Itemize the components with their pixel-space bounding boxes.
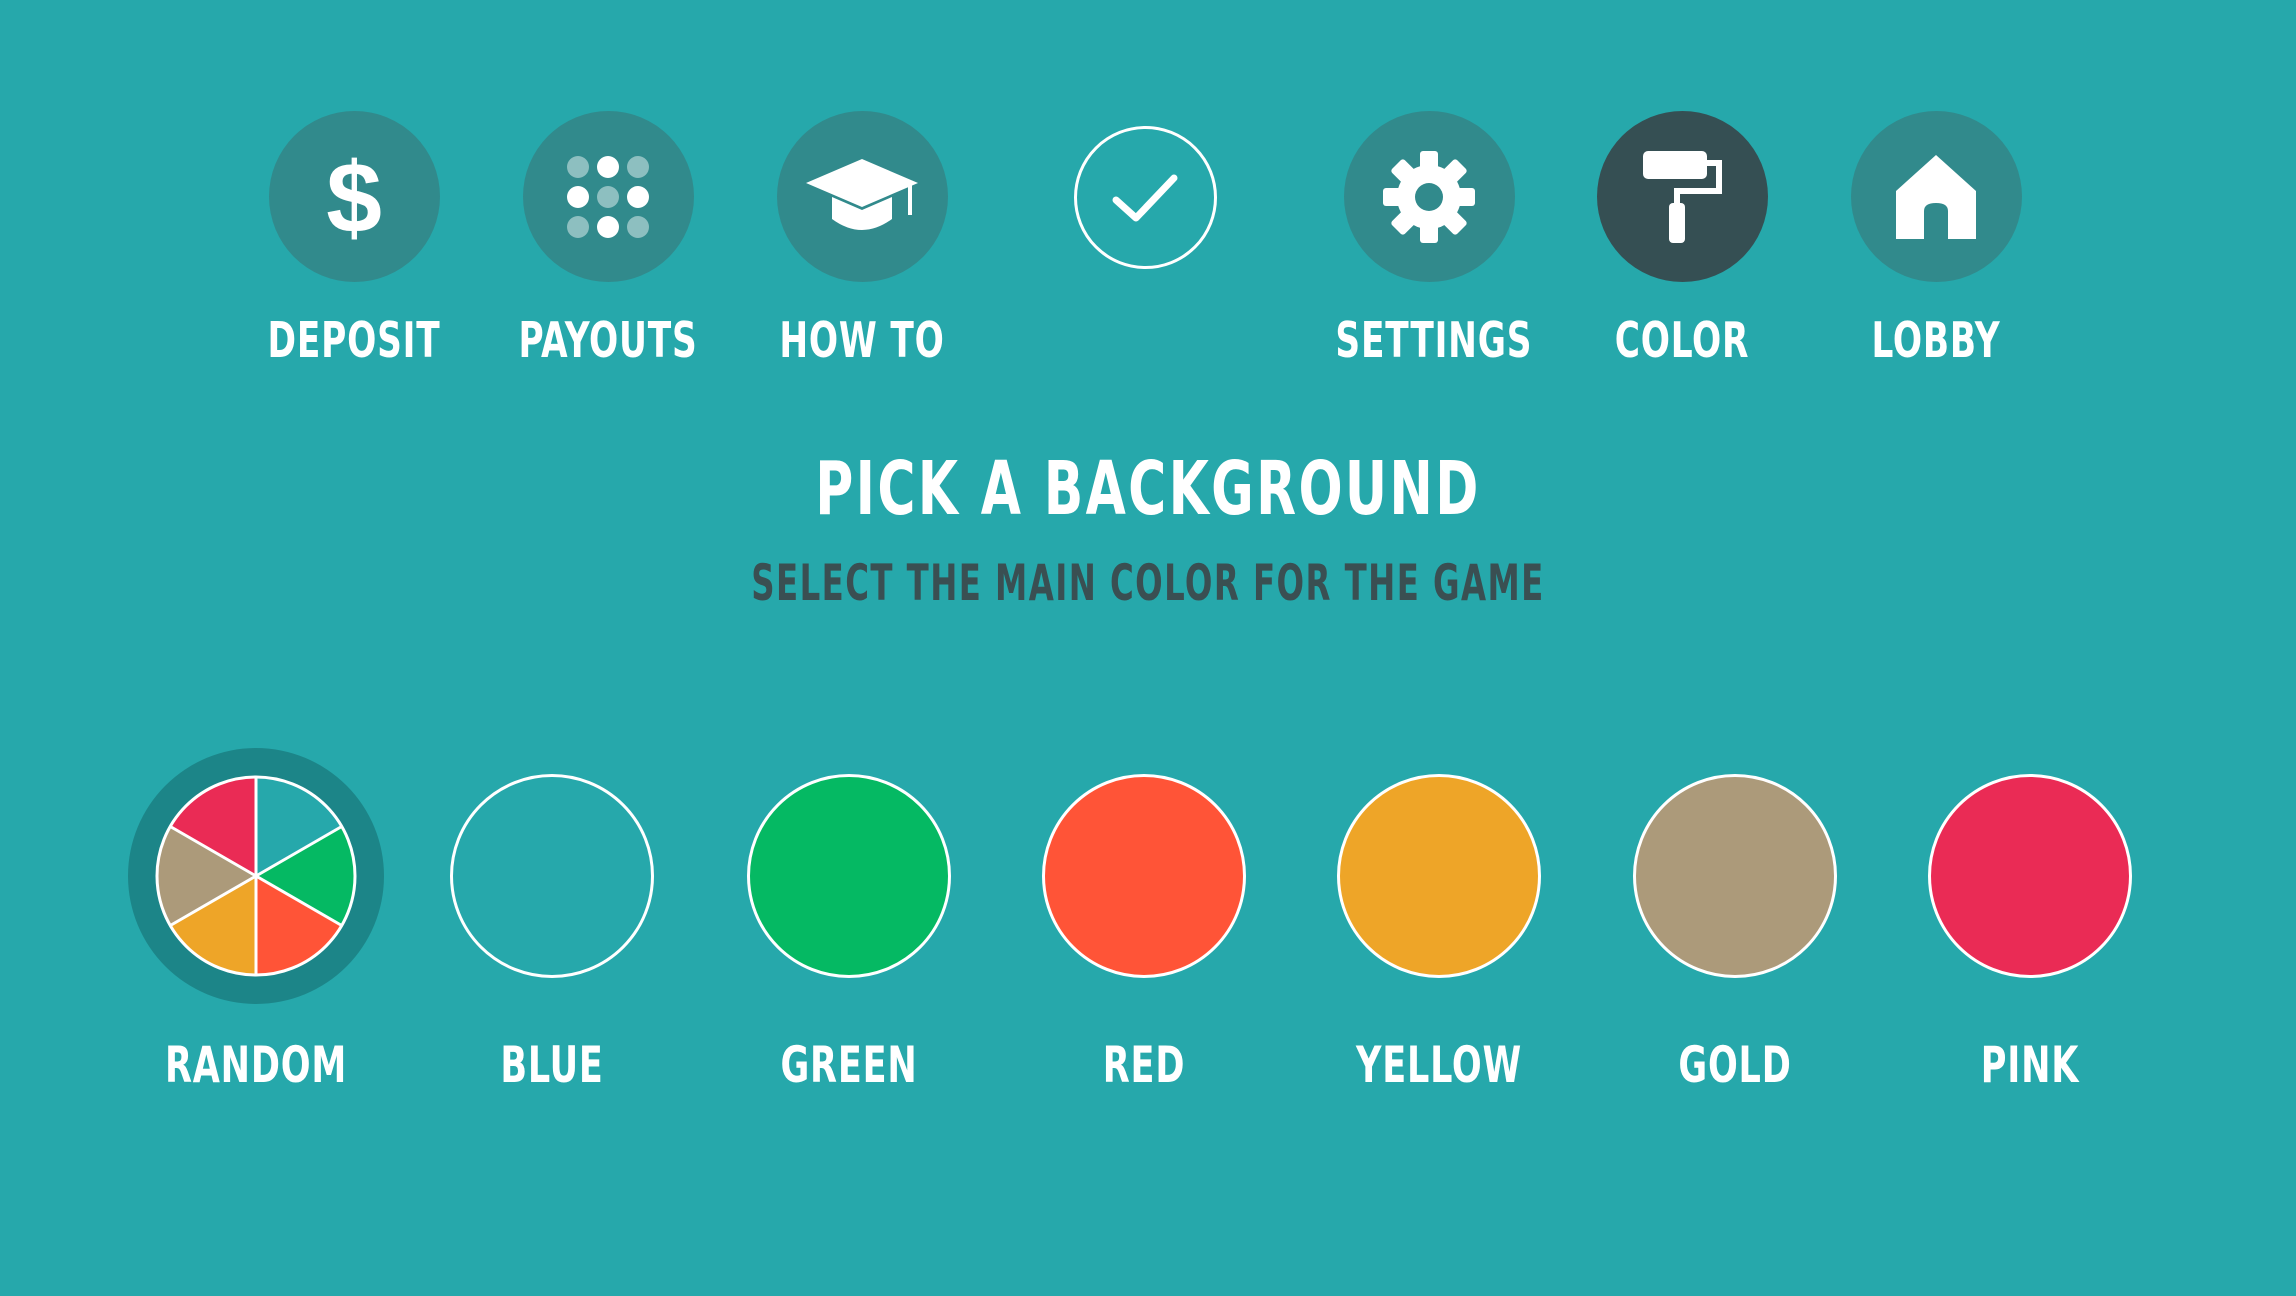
dots-grid-icon: [567, 155, 649, 238]
gear-icon: [1383, 150, 1475, 243]
swatch-green[interactable]: GREEN: [719, 748, 979, 1090]
swatch-random[interactable]: RANDOM: [126, 748, 386, 1090]
confirm-circle[interactable]: [1073, 126, 1217, 269]
nav-lobby-button[interactable]: LOBBY: [1816, 111, 2056, 365]
swatch-red[interactable]: RED: [1014, 748, 1274, 1090]
confirm-button[interactable]: [1025, 111, 1265, 269]
page-subtitle: SELECT THE MAIN COLOR FOR THE GAME: [751, 554, 1545, 612]
swatch-red-circle[interactable]: [1042, 774, 1246, 978]
swatch-gold-ring[interactable]: [1607, 748, 1863, 1004]
swatch-random-ring[interactable]: [128, 748, 384, 1004]
swatch-blue-ring[interactable]: [424, 748, 680, 1004]
nav-settings-button[interactable]: SETTINGS: [1309, 111, 1549, 365]
swatch-gold[interactable]: GOLD: [1605, 748, 1865, 1090]
nav-color-label: COLOR: [1614, 312, 1750, 369]
random-color-pie-icon: [155, 775, 357, 977]
swatch-blue-label: BLUE: [500, 1036, 604, 1094]
swatch-pink-label: PINK: [1980, 1036, 2080, 1094]
nav-settings-circle[interactable]: [1343, 111, 1515, 282]
nav-howto-button[interactable]: HOW TO: [742, 111, 982, 365]
nav-deposit-label: DEPOSIT: [267, 312, 441, 369]
nav-payouts-button[interactable]: PAYOUTS: [488, 111, 728, 365]
swatch-blue[interactable]: BLUE: [422, 748, 682, 1090]
nav-lobby-circle[interactable]: [1850, 111, 2022, 282]
swatch-green-label: GREEN: [780, 1036, 918, 1094]
swatch-yellow-label: YELLOW: [1356, 1036, 1522, 1094]
swatch-red-label: RED: [1102, 1036, 1186, 1094]
swatch-random-label: RANDOM: [164, 1036, 348, 1094]
graduation-cap-icon: [806, 158, 918, 230]
swatch-green-circle[interactable]: [747, 774, 951, 978]
nav-payouts-circle[interactable]: [522, 111, 694, 282]
swatch-yellow[interactable]: YELLOW: [1309, 748, 1569, 1090]
dollar-icon: $: [326, 147, 382, 247]
page-title: PICK A BACKGROUND: [815, 446, 1481, 532]
nav-color-circle[interactable]: [1596, 111, 1768, 282]
swatch-yellow-ring[interactable]: [1311, 748, 1567, 1004]
swatch-gold-label: GOLD: [1678, 1036, 1792, 1094]
svg-text:$: $: [326, 147, 382, 247]
swatch-blue-circle[interactable]: [450, 774, 654, 978]
nav-deposit-button[interactable]: $ DEPOSIT: [234, 111, 474, 365]
nav-settings-label: SETTINGS: [1335, 312, 1533, 369]
nav-payouts-label: PAYOUTS: [518, 312, 698, 369]
swatch-pink-circle[interactable]: [1928, 774, 2132, 978]
nav-lobby-label: LOBBY: [1871, 312, 2001, 369]
house-icon: [1896, 154, 1976, 239]
nav-deposit-circle[interactable]: $: [268, 111, 440, 282]
swatch-pink-ring[interactable]: [1902, 748, 2158, 1004]
swatch-pink[interactable]: PINK: [1900, 748, 2160, 1090]
swatch-green-ring[interactable]: [721, 748, 977, 1004]
swatch-gold-circle[interactable]: [1633, 774, 1837, 978]
checkmark-icon: [1112, 174, 1178, 221]
swatch-red-ring[interactable]: [1016, 748, 1272, 1004]
nav-color-button[interactable]: COLOR: [1562, 111, 1802, 365]
nav-howto-label: HOW TO: [779, 312, 945, 369]
swatch-yellow-circle[interactable]: [1337, 774, 1541, 978]
paint-roller-icon: [1643, 150, 1722, 243]
nav-howto-circle[interactable]: [776, 111, 948, 282]
